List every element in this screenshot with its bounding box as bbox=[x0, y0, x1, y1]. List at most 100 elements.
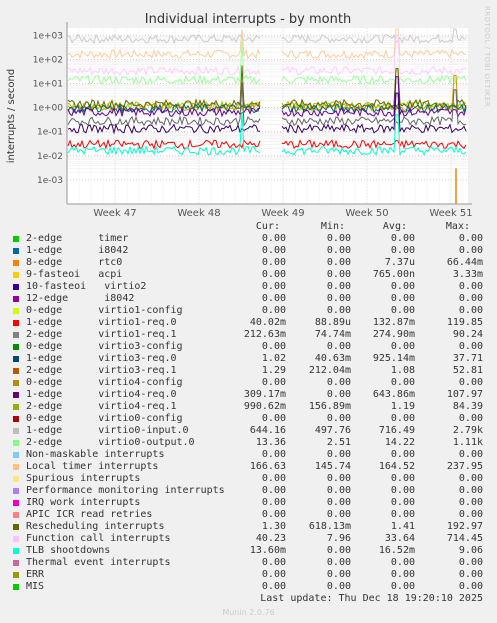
rrdtool-credit: RRDTOOL / TOBI OETIKER bbox=[483, 6, 491, 108]
legend-avg-value: 0.00 bbox=[390, 581, 415, 592]
legend-cur-value: 1.29 bbox=[261, 365, 286, 376]
legend-cur-value: 13.60m bbox=[249, 545, 286, 556]
legend-max-value: 0.00 bbox=[458, 569, 483, 580]
legend-label: 1-edge virtio3-req.0 bbox=[26, 353, 177, 364]
legend-avg-value: 716.49 bbox=[378, 425, 415, 436]
legend-row: 10-fasteoi virtio2 0.00 0.00 0.00 0.00 bbox=[0, 281, 497, 293]
legend-max-value: 84.39 bbox=[452, 401, 483, 412]
legend-row: Local timer interrupts 166.63 145.74 164.52… bbox=[0, 461, 497, 473]
y-tick-label: 1e+01 bbox=[33, 79, 63, 89]
legend-row: 0-edge virtio1-config 0.00 0.00 0.00 0.00 bbox=[0, 305, 497, 317]
legend-cur-value: 0.00 bbox=[261, 413, 286, 424]
legend-label: Local timer interrupts bbox=[26, 461, 159, 472]
legend-row: APIC ICR read retries 0.00 0.00 0.00 0.00 bbox=[0, 509, 497, 521]
x-tick-label: Week 48 bbox=[177, 208, 220, 219]
legend-cur-value: 0.00 bbox=[261, 281, 286, 292]
legend-swatch bbox=[13, 284, 19, 290]
legend-cur-value: 0.00 bbox=[261, 293, 286, 304]
legend-swatch bbox=[13, 368, 19, 374]
legend-min-value: 0.00 bbox=[326, 269, 351, 280]
legend-cur-value: 0.00 bbox=[261, 509, 286, 520]
legend-label: IRQ work interrupts bbox=[26, 497, 141, 508]
legend-swatch bbox=[13, 524, 19, 530]
legend-max-value: 66.44m bbox=[446, 257, 483, 268]
legend-max-value: 714.45 bbox=[446, 533, 483, 544]
chart: 1e+03 1e+02 1e+01 1e+00 1e-01 1e-02 1e-03 Week … bbox=[6, 12, 473, 219]
legend-avg-value: 0.00 bbox=[390, 497, 415, 508]
y-tick-label: 1e+03 bbox=[33, 31, 63, 41]
legend-swatch bbox=[13, 560, 19, 566]
y-axis-label: interrupts / second bbox=[6, 69, 17, 163]
legend-row: 2-edge timer 0.00 0.00 0.00 0.00 bbox=[0, 233, 497, 245]
legend-label: ERR bbox=[26, 569, 45, 580]
legend-row: TLB shootdowns 13.60m 0.00 16.52m 9.06 bbox=[0, 545, 497, 557]
legend-min-value: 0.00 bbox=[326, 473, 351, 484]
legend-header-min: Min: bbox=[320, 221, 345, 232]
legend-max-value: 0.00 bbox=[458, 341, 483, 352]
legend-avg-value: 7.37u bbox=[384, 257, 415, 268]
legend-row: 9-fasteoi acpi 0.00 0.00 765.00n 3.33m bbox=[0, 269, 497, 281]
legend-swatch bbox=[13, 512, 19, 518]
last-update: Last update: Thu Dec 18 19:20:10 2025 bbox=[260, 593, 483, 604]
legend-cur-value: 1.02 bbox=[261, 353, 286, 364]
legend-max-value: 2.79k bbox=[452, 425, 483, 436]
legend-label: 9-fasteoi acpi bbox=[26, 269, 123, 280]
legend-swatch bbox=[13, 392, 19, 398]
legend-avg-value: 132.87m bbox=[372, 317, 415, 328]
legend-row: 1-edge virtio0-input.0 644.16 497.76 716.49… bbox=[0, 425, 497, 437]
legend-swatch bbox=[13, 248, 19, 254]
legend-row: 1-edge virtio4-req.0 309.17m 0.00 643.86m 10… bbox=[0, 389, 497, 401]
y-tick-label: 1e+00 bbox=[33, 104, 64, 114]
legend-cur-value: 0.00 bbox=[261, 485, 286, 496]
legend-min-value: 0.00 bbox=[326, 377, 351, 388]
legend-swatch bbox=[13, 296, 19, 302]
legend-label: 1-edge virtio0-input.0 bbox=[26, 425, 189, 436]
legend-avg-value: 0.00 bbox=[390, 485, 415, 496]
legend-cur-value: 309.17m bbox=[243, 389, 286, 400]
legend-row: ERR 0.00 0.00 0.00 0.00 bbox=[0, 569, 497, 581]
legend-label: 1-edge i8042 bbox=[26, 245, 129, 256]
legend-cur-value: 0.00 bbox=[261, 473, 286, 484]
legend-swatch bbox=[13, 500, 19, 506]
legend-swatch bbox=[13, 380, 19, 386]
legend-swatch bbox=[13, 440, 19, 446]
legend-cur-value: 0.00 bbox=[261, 569, 286, 580]
legend-max-value: 0.00 bbox=[458, 497, 483, 508]
legend-max-value: 107.97 bbox=[446, 389, 483, 400]
legend-swatch bbox=[13, 404, 19, 410]
legend-min-value: 0.00 bbox=[326, 257, 351, 268]
legend-row: 2-edge virtio4-req.1 990.62m 156.89m 1.19 84… bbox=[0, 401, 497, 413]
legend-max-value: 0.00 bbox=[458, 509, 483, 520]
legend-cur-value: 0.00 bbox=[261, 497, 286, 508]
legend-min-value: 2.51 bbox=[326, 437, 351, 448]
legend-avg-value: 0.00 bbox=[390, 473, 415, 484]
legend-min-value: 0.00 bbox=[326, 545, 351, 556]
legend-row: 2-edge virtio1-req.1 212.63m 74.74m 274.90m… bbox=[0, 329, 497, 341]
legend-min-value: 497.76 bbox=[314, 425, 351, 436]
legend-min-value: 74.74m bbox=[314, 329, 351, 340]
legend-row: 2-edge virtio3-req.1 1.29 212.04m 1.08 52.81 bbox=[0, 365, 497, 377]
legend-min-value: 0.00 bbox=[326, 509, 351, 520]
legend-row: 1-edge virtio1-req.0 40.02m 88.89u 132.87m 1… bbox=[0, 317, 497, 329]
legend-row: 2-edge virtio0-output.0 13.36 2.51 14.22 1.1… bbox=[0, 437, 497, 449]
legend-label: 8-edge rtc0 bbox=[26, 257, 123, 268]
legend-label: Thermal event interrupts bbox=[26, 557, 171, 568]
legend-avg-value: 0.00 bbox=[390, 557, 415, 568]
legend-max-value: 237.95 bbox=[446, 461, 483, 472]
legend-max-value: 0.00 bbox=[458, 473, 483, 484]
legend-min-value: 0.00 bbox=[326, 233, 351, 244]
legend-label: Non-maskable interrupts bbox=[26, 449, 165, 460]
legend-swatch bbox=[13, 332, 19, 338]
legend-avg-value: 1.08 bbox=[390, 365, 415, 376]
legend-row: 0-edge virtio4-config 0.00 0.00 0.00 0.00 bbox=[0, 377, 497, 389]
legend-avg-value: 0.00 bbox=[390, 281, 415, 292]
legend-row: 12-edge i8042 0.00 0.00 0.00 0.00 bbox=[0, 293, 497, 305]
legend-min-value: 0.00 bbox=[326, 497, 351, 508]
legend-max-value: 192.97 bbox=[446, 521, 483, 532]
legend-max-value: 0.00 bbox=[458, 281, 483, 292]
y-tick-label: 1e-01 bbox=[37, 128, 63, 138]
munin-version: Munin 2.0.76 bbox=[222, 608, 275, 617]
legend-header-avg: Avg: bbox=[382, 221, 407, 232]
legend-min-value: 156.89m bbox=[308, 401, 351, 412]
legend-swatch bbox=[13, 548, 19, 554]
